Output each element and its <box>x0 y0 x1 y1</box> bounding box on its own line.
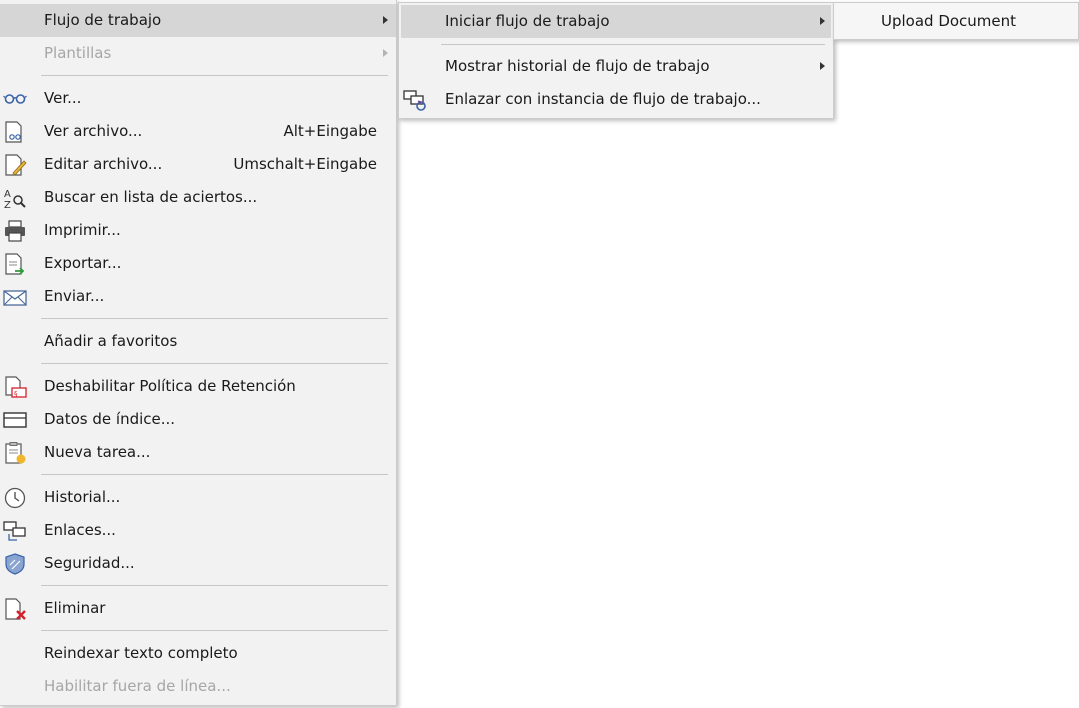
menu-item-label: Historial... <box>44 488 121 506</box>
menu-item-start-workflow[interactable]: Iniciar flujo de trabajo <box>401 5 831 38</box>
start-workflow-submenu: Upload Document <box>833 2 1079 40</box>
svg-text:Z: Z <box>4 200 11 209</box>
menu-item-enable-offline[interactable]: Habilitar fuera de línea... <box>0 670 396 703</box>
search-az-icon: A Z <box>3 187 27 211</box>
menu-item-label: Datos de índice... <box>44 410 176 428</box>
submenu-arrow-icon <box>820 17 825 25</box>
menu-item-print[interactable]: Imprimir... <box>0 214 396 247</box>
menu-item-reindex-fulltext[interactable]: Reindexar texto completo <box>0 637 396 670</box>
menu-item-label: Ver archivo... <box>44 122 143 140</box>
new-task-icon <box>3 442 27 464</box>
menu-item-upload-document[interactable]: Upload Document <box>834 5 1078 38</box>
menu-item-edit-file[interactable]: Editar archivo... Umschalt+Eingabe <box>0 148 396 181</box>
menu-item-disable-retention[interactable]: § Deshabilitar Política de Retención <box>0 370 396 403</box>
menu-item-search-hitlist[interactable]: A Z Buscar en lista de aciertos... <box>0 181 396 214</box>
menu-item-index-data[interactable]: Datos de índice... <box>0 403 396 436</box>
links-icon <box>3 520 27 542</box>
submenu-arrow-icon <box>383 49 388 57</box>
menu-item-view[interactable]: Ver... <box>0 82 396 115</box>
menu-item-add-favorites[interactable]: Añadir a favoritos <box>0 325 396 358</box>
menu-item-export[interactable]: Exportar... <box>0 247 396 280</box>
svg-text:§: § <box>14 390 18 398</box>
index-data-icon <box>3 409 27 431</box>
clock-icon <box>3 487 27 509</box>
menu-item-links[interactable]: Enlaces... <box>0 514 396 547</box>
menu-item-label: Buscar en lista de aciertos... <box>44 188 258 206</box>
menu-item-show-workflow-history[interactable]: Mostrar historial de flujo de trabajo <box>399 50 833 83</box>
glasses-icon <box>3 88 27 110</box>
edit-file-icon <box>3 154 27 176</box>
envelope-icon <box>3 286 27 308</box>
menu-item-link-workflow-instance[interactable]: Enlazar con instancia de flujo de trabaj… <box>399 83 833 116</box>
menu-item-label: Imprimir... <box>44 221 121 239</box>
menu-separator <box>41 363 388 364</box>
menu-item-label: Enlaces... <box>44 521 116 539</box>
context-menu: Flujo de trabajo Plantillas Ver... Ver a… <box>0 0 397 706</box>
menu-item-label: Seguridad... <box>44 554 135 572</box>
menu-separator <box>41 630 388 631</box>
menu-item-delete[interactable]: Eliminar <box>0 592 396 625</box>
retention-policy-icon: § <box>3 376 27 398</box>
menu-item-security[interactable]: Seguridad... <box>0 547 396 580</box>
menu-separator <box>441 44 825 45</box>
menu-item-label: Exportar... <box>44 254 122 272</box>
workflow-submenu: Iniciar flujo de trabajo Mostrar histori… <box>398 2 834 119</box>
view-file-icon <box>3 121 27 143</box>
menu-item-label: Flujo de trabajo <box>44 11 162 29</box>
export-icon <box>3 253 27 275</box>
menu-item-label: Mostrar historial de flujo de trabajo <box>445 57 710 75</box>
menu-item-new-task[interactable]: Nueva tarea... <box>0 436 396 469</box>
menu-item-workflow[interactable]: Flujo de trabajo <box>0 4 396 37</box>
menu-item-label: Plantillas <box>44 44 112 62</box>
menu-item-view-file[interactable]: Ver archivo... Alt+Eingabe <box>0 115 396 148</box>
printer-icon <box>3 220 27 242</box>
menu-item-label: Iniciar flujo de trabajo <box>445 12 610 30</box>
menu-item-label: Añadir a favoritos <box>44 332 178 350</box>
link-workflow-icon <box>403 89 427 111</box>
shield-icon <box>3 553 27 575</box>
delete-icon <box>3 598 27 620</box>
menu-item-label: Editar archivo... <box>44 155 163 173</box>
menu-item-label: Eliminar <box>44 599 106 617</box>
svg-text:A: A <box>4 189 11 200</box>
menu-separator <box>41 75 388 76</box>
menu-item-label: Enviar... <box>44 287 105 305</box>
menu-item-label: Habilitar fuera de línea... <box>44 677 231 695</box>
submenu-arrow-icon <box>820 62 825 70</box>
menu-item-shortcut: Alt+Eingabe <box>283 122 378 140</box>
submenu-arrow-icon <box>383 16 388 24</box>
menu-item-label: Deshabilitar Política de Retención <box>44 377 296 395</box>
menu-item-history[interactable]: Historial... <box>0 481 396 514</box>
menu-item-templates[interactable]: Plantillas <box>0 37 396 70</box>
menu-item-label: Enlazar con instancia de flujo de trabaj… <box>445 90 761 108</box>
menu-separator <box>41 585 388 586</box>
menu-item-label: Ver... <box>44 89 82 107</box>
menu-separator <box>41 474 388 475</box>
menu-item-label: Upload Document <box>881 12 1017 30</box>
menu-item-shortcut: Umschalt+Eingabe <box>233 155 377 173</box>
menu-item-label: Nueva tarea... <box>44 443 151 461</box>
menu-item-label: Reindexar texto completo <box>44 644 238 662</box>
menu-separator <box>41 318 388 319</box>
menu-item-send[interactable]: Enviar... <box>0 280 396 313</box>
